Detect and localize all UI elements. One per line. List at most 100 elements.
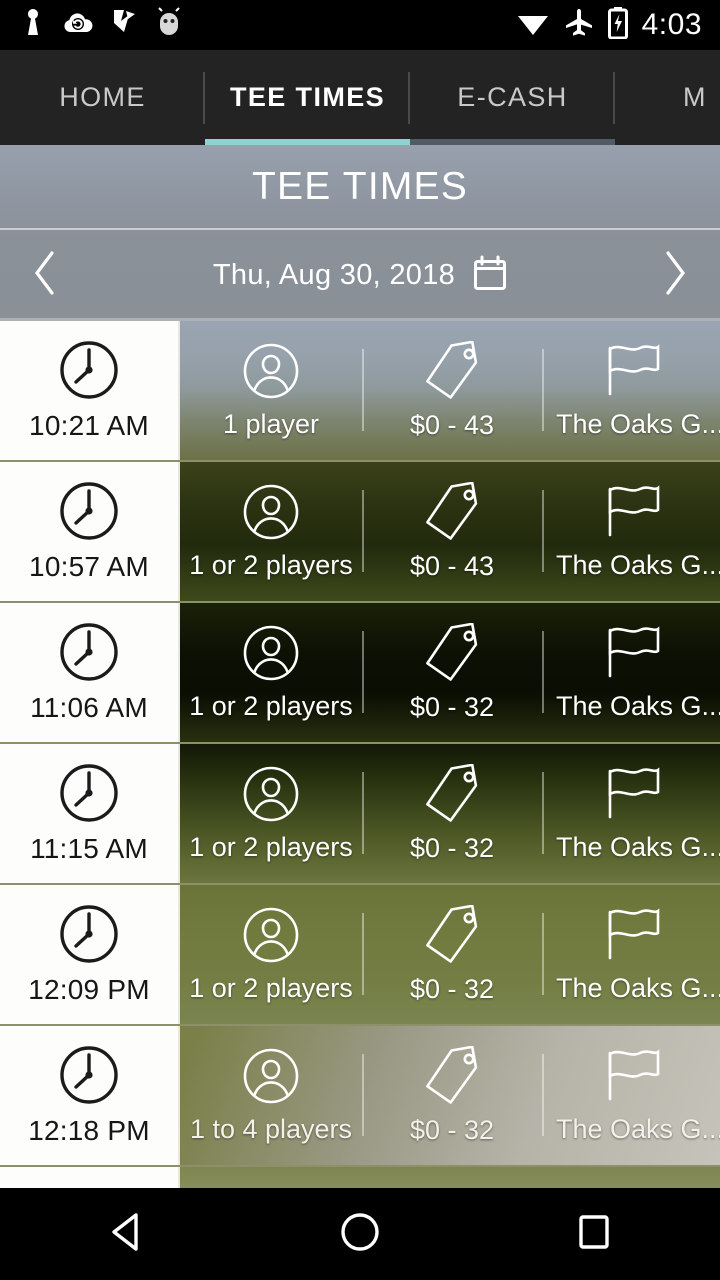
status-bar-right-icons: 4:03	[516, 6, 720, 44]
price-label: $0 - 43	[409, 550, 495, 581]
previous-day-button[interactable]	[0, 230, 90, 321]
home-button[interactable]	[322, 1188, 398, 1280]
tee-time-label: 12:09 PM	[28, 974, 150, 1005]
tee-time-label: 12:18 PM	[28, 1115, 150, 1146]
tee-time-row[interactable]: 10:21 AM 1 player $0 - 43 The Oaks G...	[0, 321, 720, 462]
tee-time-row[interactable]: 12:18 PM 1 to 4 players $0 - 32 The Oaks…	[0, 1026, 720, 1167]
course-label: The Oaks G...	[556, 831, 720, 862]
page-header: TEE TIMES Thu, Aug 30, 2018	[0, 145, 720, 321]
players-label: 1 or 2 players	[189, 972, 353, 1003]
chevron-left-icon	[32, 250, 58, 301]
clock-icon	[58, 762, 120, 829]
tee-time-row[interactable]: 11:06 AM 1 or 2 players $0 - 32 The Oaks…	[0, 603, 720, 744]
price-tag-icon	[420, 1045, 484, 1111]
person-icon	[242, 906, 300, 969]
column-divider	[542, 631, 544, 713]
person-icon	[242, 765, 300, 828]
players-column: 1 player	[180, 321, 362, 460]
tee-time-label: 10:57 AM	[29, 551, 149, 582]
course-label: The Oaks G...	[556, 408, 720, 439]
tee-time-time-cell	[0, 1167, 180, 1188]
price-column: $0 - 43	[362, 462, 542, 601]
cloud-sync-icon	[62, 8, 94, 43]
clock-icon	[58, 480, 120, 547]
column-divider	[362, 772, 364, 854]
back-button[interactable]	[88, 1188, 164, 1280]
players-label: 1 or 2 players	[189, 831, 353, 862]
course-column: The Oaks G...	[542, 462, 720, 601]
column-divider	[362, 1054, 364, 1136]
clock-icon	[58, 1044, 120, 1111]
price-label: $0 - 32	[409, 1114, 495, 1145]
course-column: The Oaks G...	[542, 603, 720, 742]
tee-time-info: 1 player $0 - 43 The Oaks G...	[180, 321, 720, 460]
players-column: 1 or 2 players	[180, 603, 362, 742]
clock-icon	[58, 621, 120, 688]
tee-time-label: 11:15 AM	[30, 833, 148, 864]
price-tag-icon	[420, 340, 484, 406]
tee-time-time-cell: 11:06 AM	[0, 603, 180, 742]
date-display-button[interactable]: Thu, Aug 30, 2018	[90, 255, 630, 296]
tee-time-row-partial[interactable]	[0, 1167, 720, 1188]
airplane-mode-icon	[564, 8, 594, 43]
calendar-icon[interactable]	[473, 255, 507, 296]
course-label: The Oaks G...	[556, 690, 720, 721]
tee-time-time-cell: 10:57 AM	[0, 462, 180, 601]
tab-bar: HOME TEE TIMES E-CASH M	[0, 50, 720, 145]
column-divider	[542, 772, 544, 854]
price-label: $0 - 43	[409, 409, 495, 440]
price-label: $0 - 32	[409, 691, 495, 722]
page-title: TEE TIMES	[252, 165, 468, 208]
course-column: The Oaks G...	[542, 744, 720, 883]
flag-icon	[600, 342, 666, 405]
players-label: 1 player	[222, 408, 320, 439]
next-day-button[interactable]	[630, 230, 720, 321]
tee-time-info	[180, 1167, 720, 1188]
tee-time-row[interactable]: 10:57 AM 1 or 2 players $0 - 43 The Oaks…	[0, 462, 720, 603]
players-column: 1 or 2 players	[180, 744, 362, 883]
tab-home-label: HOME	[59, 82, 146, 112]
back-triangle-icon	[106, 1211, 146, 1258]
players-column: 1 or 2 players	[180, 462, 362, 601]
clock-icon	[58, 339, 120, 406]
tab-e-cash[interactable]: E-CASH	[410, 50, 615, 145]
price-tag-icon	[420, 763, 484, 829]
course-column: The Oaks G...	[542, 1026, 720, 1165]
system-navigation-bar	[0, 1188, 720, 1280]
column-divider	[362, 490, 364, 572]
person-icon	[242, 624, 300, 687]
price-label: $0 - 32	[409, 973, 495, 1004]
tee-time-list[interactable]: 10:21 AM 1 player $0 - 43 The Oaks G... …	[0, 321, 720, 1188]
phone-screen: 4:03 HOME TEE TIMES E-CASH M TEE TIMES T…	[0, 0, 720, 1280]
check-flag-icon	[112, 7, 138, 44]
column-divider	[542, 1054, 544, 1136]
course-label: The Oaks G...	[556, 972, 720, 1003]
tee-time-time-cell: 10:21 AM	[0, 321, 180, 460]
tab-home[interactable]: HOME	[0, 50, 205, 145]
tee-time-row[interactable]: 12:09 PM 1 or 2 players $0 - 32 The Oaks…	[0, 885, 720, 1026]
column-divider	[542, 490, 544, 572]
price-tag-icon	[420, 904, 484, 970]
price-column: $0 - 32	[362, 744, 542, 883]
players-label: 1 or 2 players	[189, 690, 353, 721]
price-tag-icon	[420, 622, 484, 688]
flag-icon	[600, 483, 666, 546]
flag-icon	[600, 624, 666, 687]
tab-more-label: M	[683, 82, 707, 112]
tee-time-label: 10:21 AM	[29, 410, 149, 441]
tab-tee-times[interactable]: TEE TIMES	[205, 50, 410, 145]
tee-time-info: 1 or 2 players $0 - 32 The Oaks G...	[180, 885, 720, 1024]
tee-time-row[interactable]: 11:15 AM 1 or 2 players $0 - 32 The Oaks…	[0, 744, 720, 885]
price-label: $0 - 32	[409, 832, 495, 863]
selected-date: Thu, Aug 30, 2018	[212, 259, 456, 291]
recents-button[interactable]	[556, 1188, 632, 1280]
column-divider	[362, 913, 364, 995]
battery-charging-icon	[607, 6, 628, 44]
tee-time-label: 11:06 AM	[30, 692, 148, 723]
recents-square-icon	[575, 1211, 613, 1258]
chevron-right-icon	[662, 250, 688, 301]
home-circle-icon	[339, 1211, 381, 1258]
tee-time-info: 1 or 2 players $0 - 32 The Oaks G...	[180, 603, 720, 742]
price-column: $0 - 32	[362, 603, 542, 742]
tab-more[interactable]: M	[615, 50, 720, 145]
